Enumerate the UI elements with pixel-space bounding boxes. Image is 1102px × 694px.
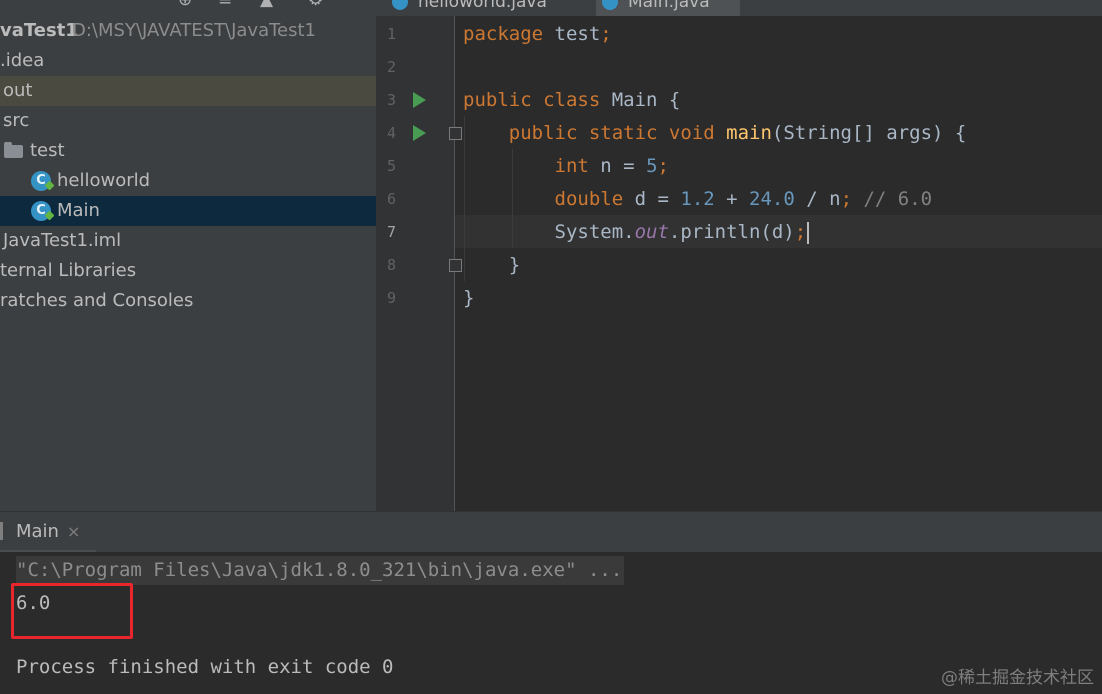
code-line-9[interactable]: } — [463, 282, 474, 315]
tab-helloworld-java[interactable]: helloworld.java — [392, 0, 572, 16]
scroll-up-icon[interactable]: ▲ — [260, 0, 273, 9]
tree-item-main[interactable]: C Main — [0, 196, 376, 226]
keyword: package — [463, 23, 544, 45]
tab-label: Main.java — [628, 0, 710, 12]
tab-main-java[interactable]: Main.java — [596, 0, 740, 16]
number-literal: 5 — [646, 155, 658, 177]
keyword: int — [554, 155, 589, 177]
java-class-icon: C — [31, 201, 51, 221]
tree-item-test-package[interactable]: test — [0, 136, 376, 166]
line-number-current: 7 — [386, 223, 396, 241]
tree-item-label: Main — [57, 200, 100, 221]
tree-item-src[interactable]: src — [0, 106, 376, 136]
keyword: public class — [463, 89, 601, 111]
tree-item-scratches[interactable]: ratches and Consoles — [0, 286, 376, 316]
fold-icon[interactable] — [449, 259, 462, 272]
line-number: 2 — [386, 58, 396, 76]
code-line-8[interactable]: } — [463, 249, 520, 282]
line-number: 9 — [386, 289, 396, 307]
close-icon[interactable]: × — [67, 522, 80, 541]
tree-item-label: helloworld — [57, 170, 151, 191]
text-caret — [807, 221, 810, 244]
tree-item-iml[interactable]: JavaTest1.iml — [0, 226, 376, 256]
code-text: .println(d) — [668, 221, 795, 243]
project-toolbar: ⊕ ≡ ▲ ⚙ — [0, 0, 376, 14]
line-number: 1 — [386, 25, 396, 43]
code-text: d = — [634, 188, 681, 210]
tree-item-out[interactable]: out — [0, 76, 376, 106]
code-line-3[interactable]: public class Main { — [463, 84, 680, 117]
identifier: test — [554, 23, 601, 45]
annotation-highlight-box — [11, 583, 133, 639]
collapse-all-icon[interactable]: ≡ — [218, 0, 232, 9]
semicolon: ; — [840, 188, 853, 210]
locate-icon[interactable]: ⊕ — [178, 0, 192, 9]
run-panel-header: Main × — [0, 511, 1102, 553]
code-line-1[interactable]: package test; — [463, 18, 612, 51]
java-class-icon — [602, 0, 618, 10]
run-console[interactable]: "C:\Program Files\Java\jdk1.8.0_321\bin\… — [0, 552, 1102, 694]
tree-item-helloworld[interactable]: C helloworld — [0, 166, 376, 196]
gear-icon[interactable]: ⚙ — [308, 0, 323, 9]
package-folder-icon — [4, 142, 23, 158]
watermark: @稀土掘金技术社区 — [941, 668, 1094, 688]
number-literal: 1.2 — [680, 188, 715, 210]
project-root[interactable]: vaTest1 D:\MSY\JAVATEST\JavaTest1 — [0, 16, 376, 46]
static-field: out — [634, 221, 669, 243]
run-class-icon[interactable] — [413, 92, 426, 108]
project-root-path: D:\MSY\JAVATEST\JavaTest1 — [72, 20, 317, 41]
code-text: (String[] args) { — [771, 122, 967, 144]
fold-icon[interactable] — [449, 127, 462, 140]
tree-item-label: JavaTest1.iml — [3, 230, 122, 251]
tab-label: helloworld.java — [418, 0, 547, 12]
code-line-6[interactable]: double d = 1.2 + 24.0 / n; // 6.0 — [463, 183, 933, 216]
semicolon: ; — [794, 221, 807, 243]
run-tab-label: Main — [16, 521, 59, 542]
code-comment: // 6.0 — [863, 188, 933, 210]
tree-item-external-libraries[interactable]: ternal Libraries — [0, 256, 376, 286]
identifier: Main { — [611, 89, 681, 111]
line-number: 4 — [386, 124, 396, 142]
editor-tab-bar: helloworld.java Main.java — [376, 0, 1102, 16]
java-class-icon: C — [31, 171, 51, 191]
run-main-icon[interactable] — [413, 125, 426, 141]
tree-item-label: ternal Libraries — [0, 260, 137, 281]
semicolon: ; — [657, 155, 669, 177]
tree-item-label: .idea — [0, 50, 45, 71]
code-line-7[interactable]: System.out.println(d); — [463, 216, 810, 249]
project-root-name: vaTest1 — [0, 20, 78, 41]
run-tab-main[interactable]: Main × — [0, 512, 97, 553]
line-number: 6 — [386, 190, 396, 208]
console-command-line[interactable]: "C:\Program Files\Java\jdk1.8.0_321\bin\… — [16, 556, 625, 585]
code-text: n = — [600, 155, 647, 177]
tree-item-label: out — [3, 80, 33, 101]
line-number: 5 — [386, 157, 396, 175]
tree-item-label: test — [30, 140, 65, 161]
code-line-5[interactable]: int n = 5; — [463, 150, 669, 183]
line-number: 3 — [386, 91, 396, 109]
tree-item-label: src — [3, 110, 30, 131]
line-number: 8 — [386, 256, 396, 274]
code-text: } — [508, 254, 521, 276]
semicolon: ; — [600, 23, 612, 45]
tree-item-label: ratches and Consoles — [0, 290, 194, 311]
operator: + — [714, 188, 750, 210]
code-line-4[interactable]: public static void main(String[] args) { — [463, 117, 967, 150]
code-text: System. — [554, 221, 635, 243]
run-config-icon — [0, 522, 3, 540]
method-name: main — [726, 122, 772, 144]
tree-item-idea[interactable]: .idea — [0, 46, 376, 76]
code-text: } — [463, 287, 475, 309]
console-exit-message: Process finished with exit code 0 — [16, 656, 394, 678]
keyword: public static void — [508, 122, 715, 144]
code-text: / n — [794, 188, 841, 210]
keyword: double — [554, 188, 624, 210]
java-class-icon — [392, 0, 408, 10]
number-literal: 24.0 — [749, 188, 795, 210]
project-panel: ⊕ ≡ ▲ ⚙ vaTest1 D:\MSY\JAVATEST\JavaTest1… — [0, 0, 376, 511]
